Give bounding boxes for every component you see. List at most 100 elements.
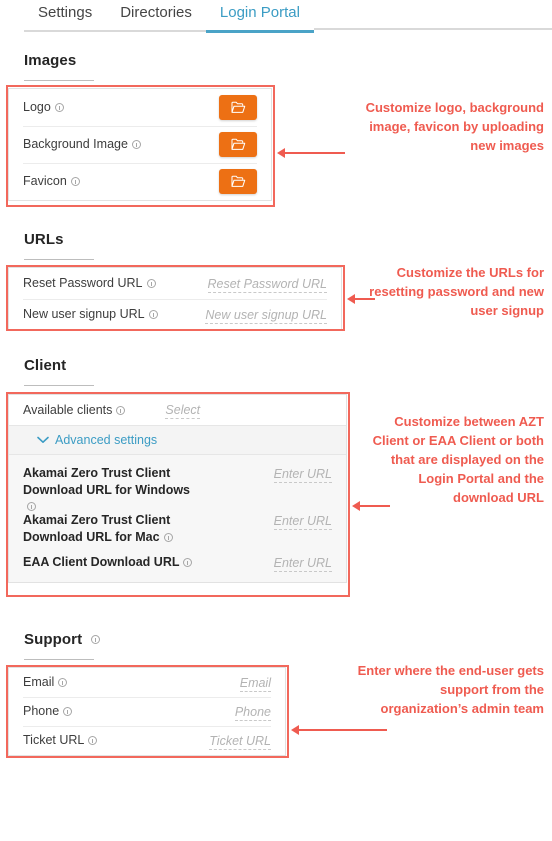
urls-row-reset-password: Reset Password URL Reset Password URL xyxy=(9,268,341,299)
info-icon[interactable] xyxy=(63,707,73,716)
row-label: Akamai Zero Trust Client Download URL fo… xyxy=(23,512,193,546)
label-text: Background Image xyxy=(23,137,128,151)
folder-icon xyxy=(230,101,245,113)
client-section-heading: Client xyxy=(24,357,94,386)
client-panel: Available clients Select Advanced settin… xyxy=(8,394,347,583)
eaa-client-url-input[interactable]: Enter URL xyxy=(273,556,332,572)
row-value: Email xyxy=(239,674,271,692)
row-label: New user signup URL xyxy=(23,306,158,323)
label-text: New user signup URL xyxy=(23,307,145,321)
support-row-ticket-url: Ticket URL Ticket URL xyxy=(9,726,285,755)
label-text: Favicon xyxy=(23,174,67,188)
info-icon[interactable] xyxy=(54,103,64,112)
urls-heading-label: URLs xyxy=(24,231,64,248)
azt-windows-url-input[interactable]: Enter URL xyxy=(273,467,332,483)
images-annotation-arrow xyxy=(277,148,345,158)
heading-rule xyxy=(24,259,94,260)
row-value: Select xyxy=(125,401,201,419)
heading-rule xyxy=(24,385,94,386)
images-row-background-image: Background Image xyxy=(9,126,271,163)
info-icon[interactable] xyxy=(146,279,156,288)
info-icon[interactable] xyxy=(148,310,158,319)
row-label: EAA Client Download URL xyxy=(23,554,193,571)
reset-password-url-input[interactable]: Reset Password URL xyxy=(207,277,327,293)
client-annotation-text: Customize between AZT Client or EAA Clie… xyxy=(372,414,544,505)
upload-background-image-button[interactable] xyxy=(219,132,257,157)
upload-favicon-button[interactable] xyxy=(219,169,257,194)
info-icon[interactable] xyxy=(88,736,98,745)
support-email-input[interactable]: Email xyxy=(239,676,271,692)
support-row-phone: Phone Phone xyxy=(9,697,285,726)
advanced-settings-header: Advanced settings xyxy=(9,425,346,455)
row-label: Reset Password URL xyxy=(23,275,156,292)
client-advanced-body: Akamai Zero Trust Client Download URL fo… xyxy=(9,455,346,582)
client-row-azt-windows: Akamai Zero Trust Client Download URL fo… xyxy=(9,455,346,512)
available-clients-select[interactable]: Select xyxy=(165,403,201,419)
info-icon[interactable] xyxy=(116,405,126,415)
advanced-settings-toggle[interactable]: Advanced settings xyxy=(9,426,346,454)
images-annotation-text: Customize logo, background image, favico… xyxy=(365,100,544,153)
info-icon[interactable] xyxy=(183,558,193,567)
row-value xyxy=(219,132,257,157)
support-annotation-arrow xyxy=(291,725,387,735)
row-value: Reset Password URL xyxy=(207,275,327,293)
images-row-favicon: Favicon xyxy=(9,163,271,200)
row-label: Available clients xyxy=(23,402,126,419)
info-icon[interactable] xyxy=(58,678,68,687)
urls-row-new-user-signup: New user signup URL New user signup URL xyxy=(9,299,341,330)
label-text: Akamai Zero Trust Client Download URL fo… xyxy=(23,466,191,497)
azt-mac-url-input[interactable]: Enter URL xyxy=(273,514,332,530)
row-label: Favicon xyxy=(23,173,80,190)
urls-annotation-text: Customize the URLs for resetting passwor… xyxy=(369,265,544,318)
chevron-down-icon xyxy=(37,436,49,443)
images-section-heading: Images xyxy=(24,52,94,81)
support-ticket-url-input[interactable]: Ticket URL xyxy=(209,734,271,750)
tab-bar-filler xyxy=(313,0,552,30)
images-panel: Logo Background Image Favicon xyxy=(8,88,272,201)
support-panel: Email Email Phone Phone Ticket URL Ticke… xyxy=(8,667,286,756)
client-row-azt-mac: Akamai Zero Trust Client Download URL fo… xyxy=(9,502,346,549)
row-label: Ticket URL xyxy=(23,732,98,749)
label-text: Phone xyxy=(23,704,60,718)
label-text: EAA Client Download URL xyxy=(23,555,180,569)
info-icon[interactable] xyxy=(91,635,101,644)
row-label: Logo xyxy=(23,99,64,116)
info-icon[interactable] xyxy=(163,533,173,543)
support-section-heading: Support xyxy=(24,631,101,660)
label-text: Reset Password URL xyxy=(23,276,143,290)
images-row-logo: Logo xyxy=(9,89,271,126)
tab-directories[interactable]: Directories xyxy=(106,0,206,32)
support-phone-input[interactable]: Phone xyxy=(234,705,271,721)
upload-logo-button[interactable] xyxy=(219,95,257,120)
heading-rule xyxy=(24,80,94,81)
client-row-available-clients: Available clients Select xyxy=(9,395,346,425)
tab-settings[interactable]: Settings xyxy=(24,0,107,32)
support-heading-label: Support xyxy=(24,631,83,648)
row-value: New user signup URL xyxy=(205,306,327,324)
heading-rule xyxy=(24,659,94,660)
row-value: Enter URL xyxy=(273,512,332,530)
support-row-email: Email Email xyxy=(9,668,285,697)
row-value: Enter URL xyxy=(273,554,332,572)
info-icon[interactable] xyxy=(131,140,141,149)
info-icon[interactable] xyxy=(70,177,80,186)
client-heading-label: Client xyxy=(24,357,67,374)
label-text: Akamai Zero Trust Client Download URL fo… xyxy=(23,513,171,544)
new-user-signup-url-input[interactable]: New user signup URL xyxy=(205,308,327,324)
row-value: Enter URL xyxy=(273,465,332,483)
row-value xyxy=(219,169,257,194)
row-value xyxy=(219,95,257,120)
client-row-eaa: EAA Client Download URL Enter URL xyxy=(9,549,346,576)
row-value: Phone xyxy=(234,703,271,721)
row-label: Phone xyxy=(23,703,73,720)
label-text: Ticket URL xyxy=(23,733,85,747)
tab-login-portal[interactable]: Login Portal xyxy=(205,0,314,33)
images-heading-label: Images xyxy=(24,52,77,69)
label-text: Email xyxy=(23,675,55,689)
support-annotation-text: Enter where the end-user gets support fr… xyxy=(357,663,544,716)
folder-icon xyxy=(230,138,245,150)
advanced-settings-label: Advanced settings xyxy=(55,433,158,447)
row-label: Background Image xyxy=(23,136,141,153)
row-value: Ticket URL xyxy=(209,732,271,750)
label-text: Logo xyxy=(23,100,51,114)
